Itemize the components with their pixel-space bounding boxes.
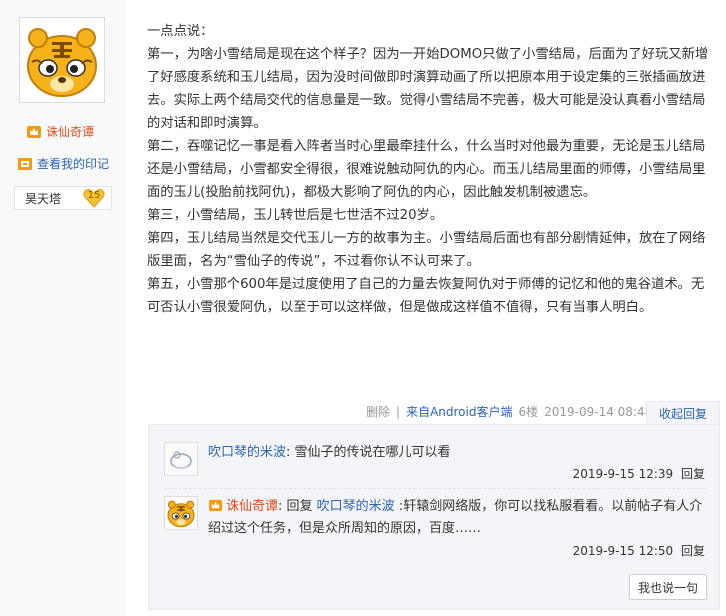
post-floor: 诛仙奇谭 查看我的印记 昊天塔 15 一点点说： 第一，为啥小雪结局是现在这个样…	[0, 0, 726, 616]
default-avatar-icon	[165, 443, 197, 475]
author-badge[interactable]: 昊天塔 15	[14, 186, 112, 210]
badge-title: 昊天塔	[25, 191, 62, 206]
tiger-avatar-icon	[165, 497, 197, 529]
author-name[interactable]: 诛仙奇谭	[46, 123, 94, 140]
author-panel: 诛仙奇谭 查看我的印记 昊天塔 15	[0, 0, 126, 616]
reply-content: 雪仙子的传说在哪儿可以看	[294, 445, 451, 460]
reply-text: 吹口琴的米波: 雪仙子的传说在哪儿可以看	[208, 442, 708, 464]
reply-sep: :	[286, 445, 295, 460]
imprint-link[interactable]: 查看我的印记	[17, 155, 109, 172]
tiger-avatar-icon	[20, 18, 104, 102]
badge-level-number: 15	[87, 190, 101, 201]
reply-sep: :	[278, 499, 287, 514]
reply-text: 诛仙奇谭: 回复 吹口琴的米波 :轩辕剑网络版，你可以找私服看看。以前帖子有人介…	[208, 496, 708, 540]
crown-icon	[27, 125, 41, 138]
reply-avatar[interactable]	[164, 496, 198, 530]
post-content: 一点点说： 第一，为啥小雪结局是现在这个样子？因为一开始DOMO只做了小雪结局，…	[147, 20, 717, 319]
badge-level: 15	[83, 188, 105, 208]
add-comment-button[interactable]: 我也说一句	[629, 574, 707, 600]
delete-link[interactable]: 删除	[366, 403, 390, 420]
imprint-icon	[18, 157, 32, 170]
reply-meta: 2019-9-15 12:39 回复	[573, 465, 705, 482]
reply-time: 2019-9-15 12:50	[572, 544, 674, 558]
author-avatar[interactable]	[19, 17, 105, 103]
post-paragraph: 第四，玉儿结局当然是交代玉儿一方的故事为主。小雪结局后面也有部分剧情延伸，放在了…	[147, 231, 706, 269]
reply-time: 2019-9-15 12:39	[572, 467, 674, 481]
post-time: 2019-09-14 08:48	[544, 404, 653, 419]
reply-user[interactable]: 诛仙奇谭	[226, 499, 278, 514]
floor-number: 6楼	[518, 405, 539, 419]
post-paragraph: 第三，小雪结局，玉儿转世后是七世活不过20岁。	[147, 208, 444, 223]
post-tail: 删除 | 来自Android客户端 6楼 2019-09-14 08:48	[366, 403, 652, 420]
tail-separator: |	[396, 404, 401, 419]
reply-to-word: 回复	[286, 499, 317, 514]
imprint-label[interactable]: 查看我的印记	[37, 155, 109, 172]
reply-panel: 吹口琴的米波: 雪仙子的传说在哪儿可以看 2019-9-15 12:39 回复	[148, 424, 720, 610]
post-paragraph: 第二，吞噬记忆一事是看入阵者当时心里最牵挂什么，什么当时对他最为重要，无论是玉儿…	[147, 139, 706, 200]
post-paragraph: 第五，小雪那个600年是过度使用了自己的力量去恢复阿仇对于师傅的记忆和他的鬼谷道…	[147, 277, 705, 315]
reply-button[interactable]: 回复	[681, 544, 705, 558]
source-link[interactable]: 来自Android客户端	[406, 403, 512, 420]
reply-avatar[interactable]	[164, 442, 198, 476]
reply-target-user[interactable]: 吹口琴的米波	[317, 499, 395, 514]
collapse-replies-button[interactable]: 收起回复	[646, 401, 720, 424]
reply-divider	[164, 488, 705, 489]
reply-user[interactable]: 吹口琴的米波	[208, 445, 286, 460]
post-paragraph: 第一，为啥小雪结局是现在这个样子？因为一开始DOMO只做了小雪结局，后面为了好玩…	[147, 47, 709, 131]
crown-icon	[209, 499, 222, 512]
reply-meta: 2019-9-15 12:50 回复	[573, 542, 705, 559]
author-name-row[interactable]: 诛仙奇谭	[26, 123, 94, 140]
reply-button[interactable]: 回复	[681, 467, 705, 481]
post-paragraph: 一点点说：	[147, 24, 214, 39]
